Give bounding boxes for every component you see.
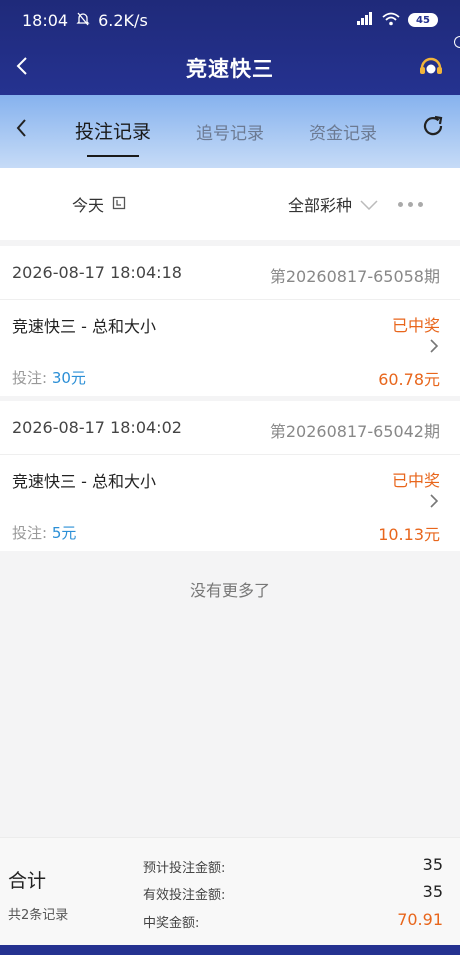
valid-bet-value: 35 bbox=[422, 882, 443, 901]
win-amount: 60.78元 bbox=[378, 370, 440, 389]
date-filter[interactable]: 今天 bbox=[72, 192, 126, 216]
status-bar: 18:04 6.2K/s 45 bbox=[0, 0, 460, 40]
tab-fund-records[interactable]: 资金记录 bbox=[309, 119, 377, 144]
game-name: 竞速快三 - 总和大小 bbox=[12, 472, 156, 491]
summary-title: 合计 bbox=[8, 870, 47, 892]
bet-amount: 投注: 30元 bbox=[12, 369, 86, 387]
issue-number: 第20260817-65042期 bbox=[269, 422, 440, 441]
win-status: 已中奖 bbox=[391, 316, 440, 335]
card-header: 2026-08-17 18:04:18 第20260817-65058期 bbox=[0, 246, 460, 300]
chevron-right-icon bbox=[428, 493, 440, 509]
record-count: 共2条记录 bbox=[8, 908, 69, 923]
filter-row: 今天 全部彩种 bbox=[0, 168, 460, 240]
win-total-label: 中奖金额: bbox=[143, 916, 200, 931]
battery-icon: 45 bbox=[408, 13, 438, 27]
tab-bar: 投注记录 追号记录 资金记录 bbox=[0, 95, 460, 168]
status-time: 18:04 bbox=[22, 10, 69, 30]
calendar-icon bbox=[112, 195, 126, 214]
valid-bet-row: 有效投注金额: 35 bbox=[143, 882, 443, 903]
lottery-filter[interactable]: 全部彩种 bbox=[288, 192, 378, 216]
refresh-icon[interactable] bbox=[420, 113, 446, 139]
bottom-bar bbox=[0, 945, 460, 955]
bet-record-card[interactable]: 2026-08-17 18:04:02 第20260817-65042期 竞速快… bbox=[0, 401, 460, 551]
no-more-text: 没有更多了 bbox=[189, 581, 270, 600]
date-filter-label: 今天 bbox=[72, 196, 105, 215]
customer-service-icon[interactable] bbox=[418, 54, 444, 80]
bet-time: 2026-08-17 18:04:02 bbox=[12, 418, 182, 437]
expected-bet-value: 35 bbox=[422, 855, 443, 874]
expected-bet-label: 预计投注金额: bbox=[143, 861, 226, 876]
card-header: 2026-08-17 18:04:02 第20260817-65042期 bbox=[0, 401, 460, 455]
nav-bar: 竞速快三 bbox=[0, 40, 460, 95]
chevron-right-icon bbox=[428, 338, 440, 354]
tab-chase-records[interactable]: 追号记录 bbox=[196, 119, 264, 144]
signal-icon bbox=[356, 11, 374, 30]
bet-time: 2026-08-17 18:04:18 bbox=[12, 263, 182, 282]
win-amount: 10.13元 bbox=[378, 525, 440, 544]
more-options-icon[interactable] bbox=[398, 202, 423, 207]
summary-panel: 合计 共2条记录 预计投注金额: 35 有效投注金额: 35 中奖金额: 70.… bbox=[0, 837, 460, 945]
chevron-down-icon bbox=[360, 195, 378, 214]
tab-bet-records[interactable]: 投注记录 bbox=[75, 117, 151, 144]
side-handle bbox=[454, 36, 460, 48]
wifi-icon bbox=[382, 11, 400, 30]
bet-record-card[interactable]: 2026-08-17 18:04:18 第20260817-65058期 竞速快… bbox=[0, 246, 460, 396]
bet-amount: 投注: 5元 bbox=[12, 524, 77, 542]
app-header: 18:04 6.2K/s 45 竞速快三 bbox=[0, 0, 460, 95]
valid-bet-label: 有效投注金额: bbox=[143, 888, 226, 903]
back-icon[interactable] bbox=[10, 54, 34, 78]
tab-active-indicator bbox=[87, 155, 139, 157]
issue-number: 第20260817-65058期 bbox=[269, 267, 440, 286]
win-total-row: 中奖金额: 70.91 bbox=[143, 910, 443, 931]
expected-bet-row: 预计投注金额: 35 bbox=[143, 855, 443, 876]
win-total-value: 70.91 bbox=[397, 910, 443, 929]
lottery-filter-label: 全部彩种 bbox=[288, 196, 353, 215]
bell-off-icon bbox=[76, 11, 90, 30]
win-status: 已中奖 bbox=[391, 471, 440, 490]
tab-back-icon[interactable] bbox=[14, 117, 34, 139]
game-name: 竞速快三 - 总和大小 bbox=[12, 317, 156, 336]
network-speed: 6.2K/s bbox=[98, 10, 148, 30]
page-title: 竞速快三 bbox=[186, 56, 274, 81]
